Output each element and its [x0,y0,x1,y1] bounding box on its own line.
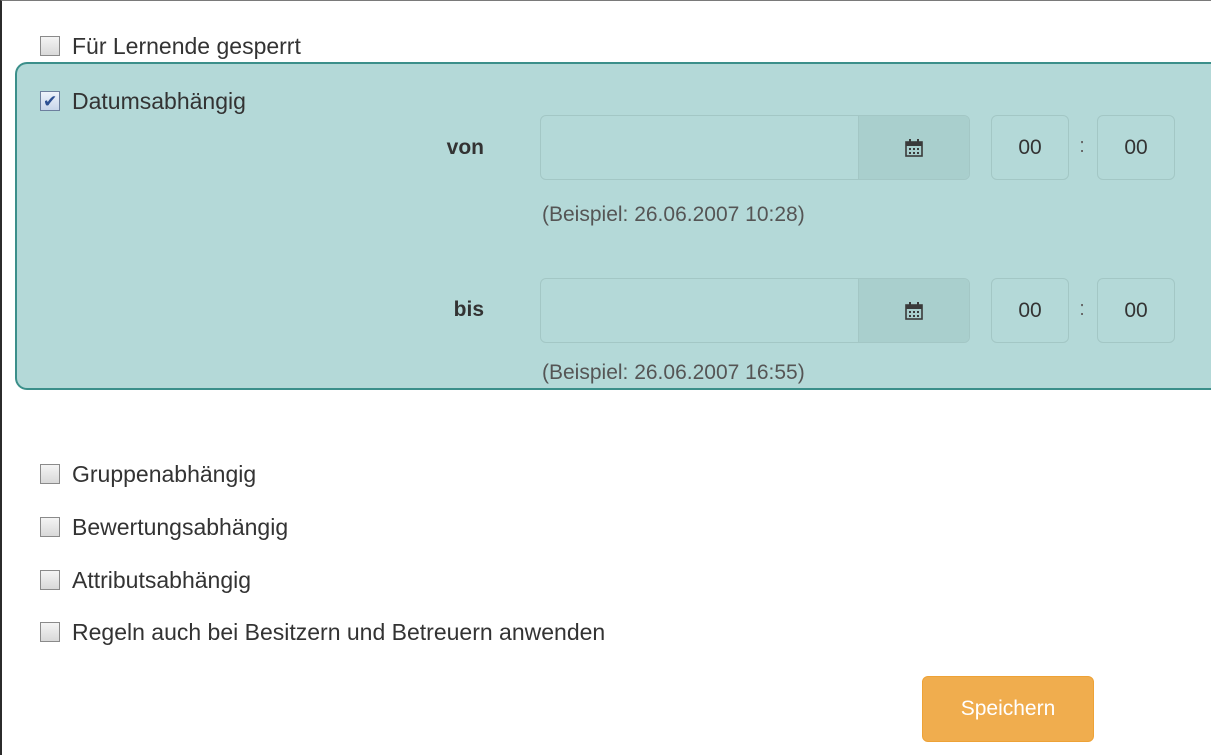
to-date-field[interactable] [540,278,970,343]
attribute-dependent-label: Attributsabhängig [72,567,252,593]
attribute-dependent-option[interactable]: Attributsabhängig [40,567,251,593]
form-container: Für Lernende gesperrt Datumsabhängig von… [0,0,1211,755]
date-dependent-label: Datumsabhängig [72,88,246,114]
assessment-dependent-option[interactable]: Bewertungsabhängig [40,514,288,540]
locked-for-learners-checkbox[interactable] [40,36,60,56]
assessment-dependent-label: Bewertungsabhängig [72,514,289,540]
apply-to-owners-checkbox[interactable] [40,622,60,642]
to-calendar-button[interactable] [858,279,969,342]
calendar-icon [905,301,923,320]
to-example-hint: (Beispiel: 26.06.2007 16:55) [542,361,805,384]
to-date-input[interactable] [541,279,858,342]
apply-to-owners-label: Regeln auch bei Besitzern und Betreuern … [72,619,606,645]
assessment-dependent-checkbox[interactable] [40,517,60,537]
apply-to-owners-option[interactable]: Regeln auch bei Besitzern und Betreuern … [40,619,605,645]
from-calendar-button[interactable] [858,116,969,179]
to-minute-input[interactable]: 00 [1097,278,1175,343]
group-dependent-label: Gruppenabhängig [72,461,257,487]
from-example-hint: (Beispiel: 26.06.2007 10:28) [542,203,805,226]
date-dependent-checkbox[interactable] [40,89,60,115]
save-button[interactable]: Speichern [922,676,1094,742]
from-minute-input[interactable]: 00 [1097,115,1175,180]
locked-for-learners-label: Für Lernende gesperrt [72,33,301,59]
to-hour-input[interactable]: 00 [991,278,1069,343]
from-label: von [446,136,484,159]
from-date-field[interactable] [540,115,970,180]
calendar-icon [905,138,923,157]
from-time-separator: : [1079,135,1085,157]
attribute-dependent-checkbox[interactable] [40,570,60,590]
date-dependent-option[interactable]: Datumsabhängig [40,88,246,115]
group-dependent-option[interactable]: Gruppenabhängig [40,461,256,487]
from-hour-input[interactable]: 00 [991,115,1069,180]
group-dependent-checkbox[interactable] [40,464,60,484]
from-date-input[interactable] [541,116,858,179]
to-time-separator: : [1079,298,1085,320]
locked-for-learners-option[interactable]: Für Lernende gesperrt [40,33,301,59]
to-label: bis [453,298,484,321]
